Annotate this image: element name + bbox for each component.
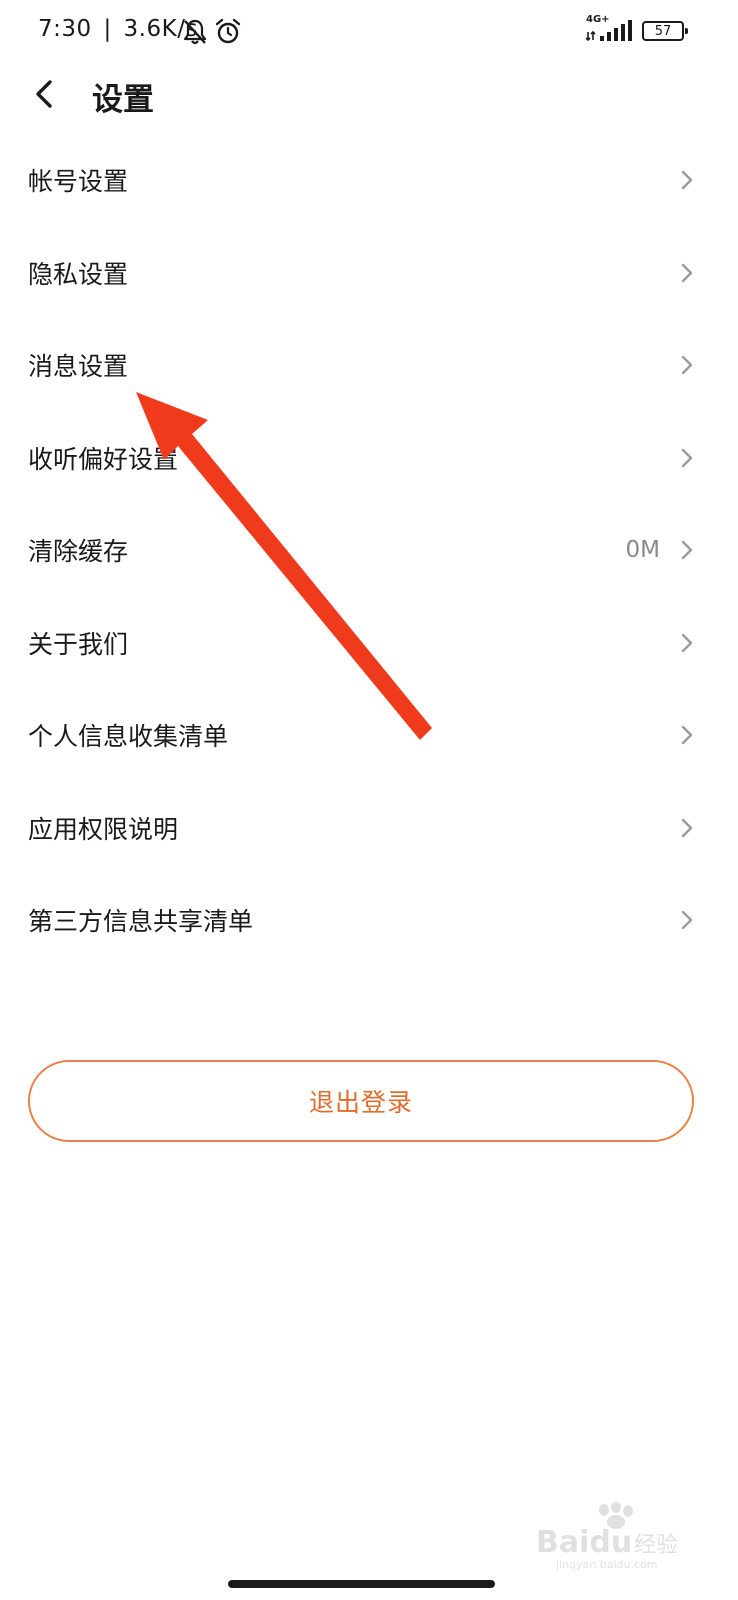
- chevron-right-icon: [681, 818, 693, 837]
- watermark-url: jingyan.baidu.com: [555, 1558, 658, 1571]
- baidu-jingyan-watermark: Baidu 经验 jingyan.baidu.com: [536, 1502, 678, 1571]
- chevron-right-icon: [681, 448, 693, 467]
- settings-item-personal-info-list[interactable]: 个人信息收集清单: [0, 689, 738, 782]
- chevron-right-icon: [681, 726, 693, 745]
- battery-icon: 57: [642, 21, 688, 41]
- settings-item-privacy[interactable]: 隐私设置: [0, 227, 738, 320]
- mute-notification-icon: [183, 19, 207, 45]
- chevron-right-icon: [681, 171, 693, 190]
- settings-item-clear-cache[interactable]: 清除缓存 0M: [0, 504, 738, 597]
- page-title: 设置: [92, 82, 154, 118]
- settings-item-account[interactable]: 帐号设置: [0, 134, 738, 227]
- logout-button[interactable]: 退出登录: [28, 1060, 694, 1142]
- battery-level: 57: [654, 23, 672, 39]
- chevron-left-icon: [36, 80, 52, 108]
- chevron-right-icon: [681, 911, 693, 930]
- status-clock: 7:30: [38, 16, 92, 42]
- settings-item-app-permissions[interactable]: 应用权限说明: [0, 782, 738, 875]
- status-right-icons: 4G+ 57: [586, 14, 688, 44]
- settings-item-label: 清除缓存: [28, 537, 129, 567]
- cache-size-value: 0M: [625, 537, 660, 564]
- settings-item-third-party-sharing[interactable]: 第三方信息共享清单: [0, 874, 738, 967]
- settings-item-label: 帐号设置: [28, 167, 129, 197]
- home-indicator[interactable]: [228, 1580, 495, 1588]
- settings-list: 帐号设置 隐私设置 消息设置 收听偏好设置 清除缓存 0M 关于我们 个人信息收…: [0, 134, 738, 967]
- settings-item-label: 消息设置: [28, 352, 129, 382]
- settings-item-label: 收听偏好设置: [28, 444, 179, 474]
- settings-item-label: 隐私设置: [28, 259, 129, 289]
- chevron-right-icon: [681, 633, 693, 652]
- settings-item-label: 第三方信息共享清单: [28, 907, 254, 937]
- settings-item-listening-preferences[interactable]: 收听偏好设置: [0, 412, 738, 505]
- settings-item-label: 应用权限说明: [28, 814, 179, 844]
- back-button[interactable]: [22, 68, 66, 120]
- status-separator: |: [103, 16, 112, 42]
- settings-item-label: 关于我们: [28, 629, 129, 659]
- header: 设置: [0, 64, 738, 124]
- settings-item-about-us[interactable]: 关于我们: [0, 597, 738, 690]
- settings-item-messages[interactable]: 消息设置: [0, 319, 738, 412]
- logout-label: 退出登录: [308, 1088, 413, 1117]
- status-icons: [182, 16, 242, 48]
- chevron-right-icon: [681, 263, 693, 282]
- status-bar: 7:30 | 3.6K/s 4G+ 57: [0, 0, 738, 64]
- watermark-label: 经验: [634, 1533, 678, 1558]
- chevron-right-icon: [681, 541, 693, 560]
- watermark-brand: Baidu: [536, 1525, 632, 1560]
- alarm-icon: [215, 18, 241, 44]
- settings-item-label: 个人信息收集清单: [28, 722, 229, 752]
- chevron-right-icon: [681, 356, 693, 375]
- signal-icon: 4G+: [586, 14, 634, 44]
- status-time: 7:30 | 3.6K/s: [38, 16, 198, 42]
